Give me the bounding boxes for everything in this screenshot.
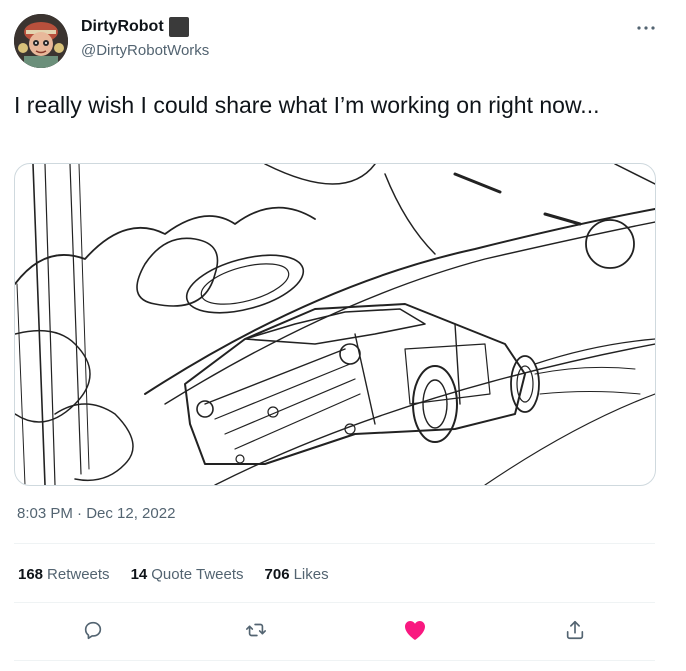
tweet-media[interactable] (14, 163, 656, 486)
badge-icon (168, 17, 189, 37)
more-dots-icon (637, 26, 655, 30)
like-button[interactable] (398, 613, 432, 647)
user-handle[interactable]: @DirtyRobotWorks (81, 42, 209, 59)
reply-button[interactable] (76, 613, 110, 647)
retweet-icon (246, 623, 266, 637)
name-row: DirtyRobot (81, 17, 189, 37)
tweet-actions (14, 613, 655, 647)
avatar-illustration-icon (14, 14, 68, 68)
tweet-timestamp[interactable]: 8:03 PM · Dec 12, 2022 (17, 505, 175, 522)
divider (14, 543, 655, 544)
likes-stat[interactable]: 706 Likes (265, 566, 329, 583)
quotes-stat[interactable]: 14 Quote Tweets (131, 566, 244, 583)
likes-label: Likes (293, 566, 329, 583)
quotes-label: Quote Tweets (151, 566, 244, 583)
heart-icon (405, 621, 425, 640)
reply-icon (84, 621, 102, 640)
tweet-card: DirtyRobot @DirtyRobotWorks I really wis… (0, 0, 686, 671)
display-name[interactable]: DirtyRobot (81, 18, 164, 36)
retweets-count: 168 (18, 566, 44, 583)
divider (14, 602, 655, 603)
retweets-stat[interactable]: 168 Retweets (18, 566, 110, 583)
quotes-count: 14 (130, 566, 148, 583)
retweets-label: Retweets (47, 566, 110, 583)
share-icon (566, 620, 584, 640)
sketch-image (15, 164, 655, 485)
likes-count: 706 (264, 566, 290, 583)
divider (14, 660, 655, 661)
retweet-button[interactable] (239, 613, 273, 647)
tweet-stats: 168 Retweets 14 Quote Tweets 706 Likes (18, 566, 350, 583)
more-options-button[interactable] (634, 16, 658, 40)
share-button[interactable] (558, 613, 592, 647)
avatar[interactable] (14, 14, 68, 68)
tweet-text: I really wish I could share what I’m wor… (14, 92, 600, 118)
